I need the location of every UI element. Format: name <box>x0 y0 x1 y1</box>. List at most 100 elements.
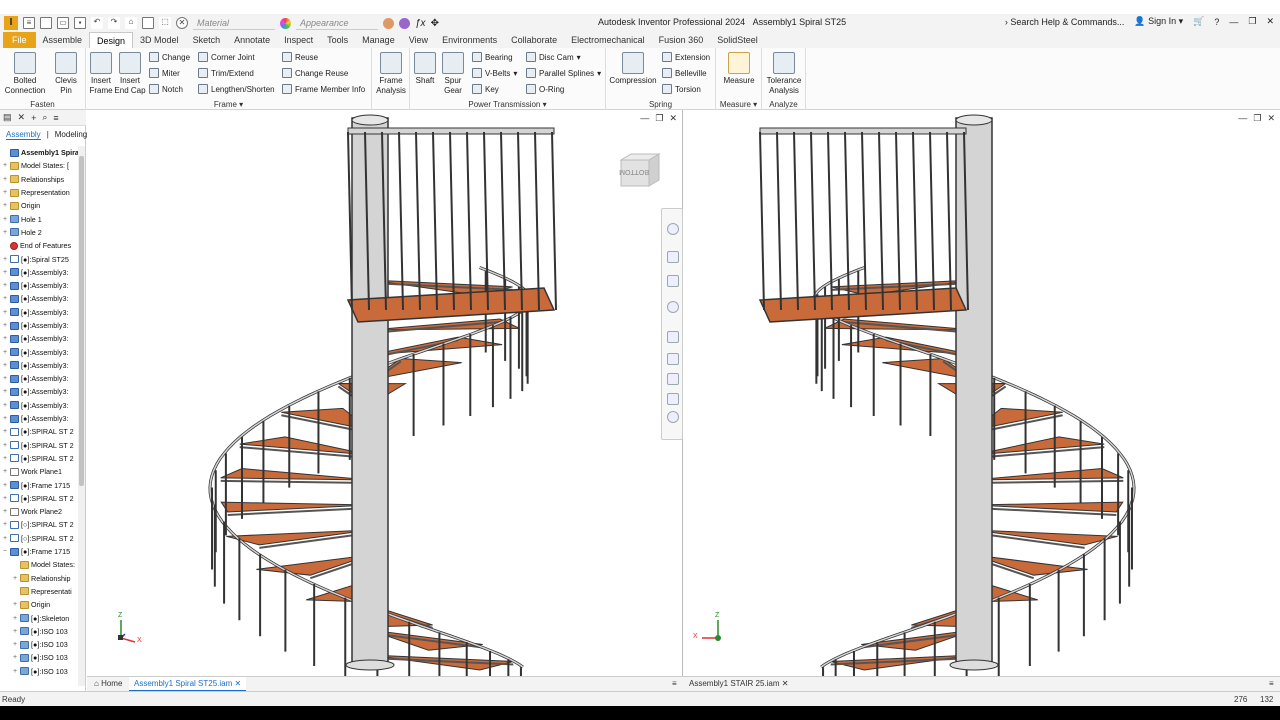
expand-icon[interactable]: + <box>12 628 18 635</box>
tab-list-icon[interactable]: ≡ <box>667 677 682 691</box>
shaft-button[interactable]: Shaft <box>412 52 438 86</box>
tab-view[interactable]: View <box>402 32 435 48</box>
expand-icon[interactable]: + <box>2 362 8 369</box>
clear-appearance-icon[interactable] <box>399 17 410 29</box>
spur-gear-button[interactable]: Spur Gear <box>440 52 466 96</box>
expand-icon[interactable]: + <box>12 575 18 582</box>
expand-icon[interactable]: + <box>2 521 8 528</box>
browser-add-icon[interactable]: + <box>31 113 36 123</box>
insert-endcap-button[interactable]: Insert End Cap <box>114 52 146 96</box>
tree-item[interactable]: + Relationships <box>0 173 78 186</box>
expand-icon[interactable]: + <box>12 601 18 608</box>
notch-button[interactable]: Notch <box>149 84 183 94</box>
zoom-icon[interactable] <box>667 275 679 287</box>
tab-3d-model[interactable]: 3D Model <box>133 32 186 48</box>
disc-cam-button[interactable]: Disc Cam ▾ <box>526 52 581 62</box>
vbelts-button[interactable]: V-Belts ▾ <box>472 68 517 78</box>
expand-icon[interactable]: + <box>2 335 8 342</box>
expand-icon[interactable]: + <box>2 229 8 236</box>
expand-icon[interactable]: + <box>12 615 18 622</box>
expand-icon[interactable]: + <box>2 455 8 462</box>
bolted-connection-button[interactable]: Bolted Connection <box>4 52 46 96</box>
belleville-button[interactable]: Belleville <box>662 68 707 78</box>
browser-scrollbar[interactable] <box>78 146 85 686</box>
tree-item[interactable]: + Origin <box>0 199 78 212</box>
redo-icon[interactable]: ↷ <box>108 17 120 29</box>
tree-item[interactable]: + Origin <box>0 598 78 611</box>
tab-tools[interactable]: Tools <box>320 32 355 48</box>
viewcube[interactable]: BOTTOM <box>619 152 661 188</box>
oring-button[interactable]: O-Ring <box>526 84 564 94</box>
tree-item[interactable]: + [○]:SPIRAL ST 2 <box>0 532 78 545</box>
close-icon[interactable]: ✕ <box>1266 16 1274 27</box>
appearance-clear-icon[interactable]: ✕ <box>176 17 188 29</box>
tree-item[interactable]: + [●]:ISO 103 <box>0 651 78 664</box>
tab-collaborate[interactable]: Collaborate <box>504 32 564 48</box>
steering-wheel-icon[interactable] <box>667 223 679 235</box>
expand-icon[interactable]: + <box>2 216 8 223</box>
expand-icon[interactable]: + <box>12 641 18 648</box>
change-button[interactable]: Change <box>149 52 190 62</box>
fx-icon[interactable]: ƒx <box>415 18 426 29</box>
undo-icon[interactable]: ↶ <box>91 17 103 29</box>
expand-icon[interactable]: + <box>2 256 8 263</box>
expand-icon[interactable]: + <box>2 282 8 289</box>
home-icon[interactable]: ⌂ <box>125 17 137 29</box>
tab-annotate[interactable]: Annotate <box>227 32 277 48</box>
inventor-logo[interactable]: I <box>4 16 18 30</box>
expand-icon[interactable]: + <box>2 468 8 475</box>
lengthen-button[interactable]: Lengthen/Shorten <box>198 84 275 94</box>
bearing-button[interactable]: Bearing <box>472 52 513 62</box>
expand-icon[interactable]: + <box>2 176 8 183</box>
panel-title[interactable]: Measure ▾ <box>716 100 761 109</box>
tree-item[interactable]: + Relationship <box>0 572 78 585</box>
adjust-icon[interactable] <box>383 17 394 29</box>
tab-fusion-360[interactable]: Fusion 360 <box>652 32 711 48</box>
pan-icon[interactable] <box>667 251 679 263</box>
tab-solidsteel[interactable]: SolidSteel <box>710 32 765 48</box>
tree-item[interactable]: + [●]:Frame 1715 <box>0 478 78 491</box>
tree-item[interactable]: + [●]:Assembly3: <box>0 372 78 385</box>
expand-icon[interactable]: + <box>2 442 8 449</box>
appearance-icon[interactable] <box>280 17 291 29</box>
tree-item[interactable]: + [●]:Assembly3: <box>0 306 78 319</box>
update-icon[interactable] <box>142 17 154 29</box>
tree-item[interactable]: + Hole 1 <box>0 212 78 225</box>
mode-modeling[interactable]: Modeling <box>55 130 87 139</box>
restore-icon[interactable]: ❐ <box>1248 16 1256 27</box>
expand-icon[interactable]: + <box>12 654 18 661</box>
zoom-window-icon[interactable] <box>667 353 679 365</box>
tree-item[interactable]: + [●]:Assembly3: <box>0 345 78 358</box>
member-info-button[interactable]: Frame Member Info <box>282 84 365 94</box>
tree-item[interactable]: + [●]:Assembly3: <box>0 332 78 345</box>
panel-title[interactable]: Frame ▾ <box>86 100 371 109</box>
tab-inspect[interactable]: Inspect <box>277 32 320 48</box>
torsion-button[interactable]: Torsion <box>662 84 701 94</box>
key-button[interactable]: Key <box>472 84 499 94</box>
trim-extend-button[interactable]: Trim/Extend <box>198 68 254 78</box>
zoom-all-icon[interactable] <box>667 393 679 405</box>
tab-electromechanical[interactable]: Electromechanical <box>564 32 652 48</box>
signin-button[interactable]: 👤 Sign In ▾ <box>1134 16 1183 27</box>
tree-item[interactable]: + [●]:SPIRAL ST 2 <box>0 439 78 452</box>
material-select[interactable]: Material <box>193 16 275 30</box>
expand-icon[interactable]: + <box>2 402 8 409</box>
expand-icon[interactable]: + <box>2 295 8 302</box>
expand-icon[interactable]: + <box>2 309 8 316</box>
expand-icon[interactable]: + <box>2 535 8 542</box>
tree-item[interactable]: Assembly1 Spiral <box>0 146 78 159</box>
insert-frame-button[interactable]: Insert Frame <box>88 52 114 96</box>
expand-icon[interactable]: + <box>2 162 8 169</box>
reuse-button[interactable]: Reuse <box>282 52 318 62</box>
tree-item[interactable]: + [○]:SPIRAL ST 2 <box>0 518 78 531</box>
tree-item[interactable]: End of Features <box>0 239 78 252</box>
browser-close-icon[interactable]: ✕ <box>18 112 26 123</box>
orbit-icon[interactable] <box>667 301 679 313</box>
save-icon[interactable]: ▪ <box>74 17 86 29</box>
tab-home[interactable]: ⌂ Home <box>89 677 127 691</box>
panel-title[interactable]: Power Transmission ▾ <box>410 100 605 109</box>
browser-options-icon[interactable]: ≡ <box>53 113 58 123</box>
zoom-selected-icon[interactable] <box>667 373 679 385</box>
parallel-splines-button[interactable]: Parallel Splines ▾ <box>526 68 601 78</box>
expand-icon[interactable]: + <box>2 375 8 382</box>
